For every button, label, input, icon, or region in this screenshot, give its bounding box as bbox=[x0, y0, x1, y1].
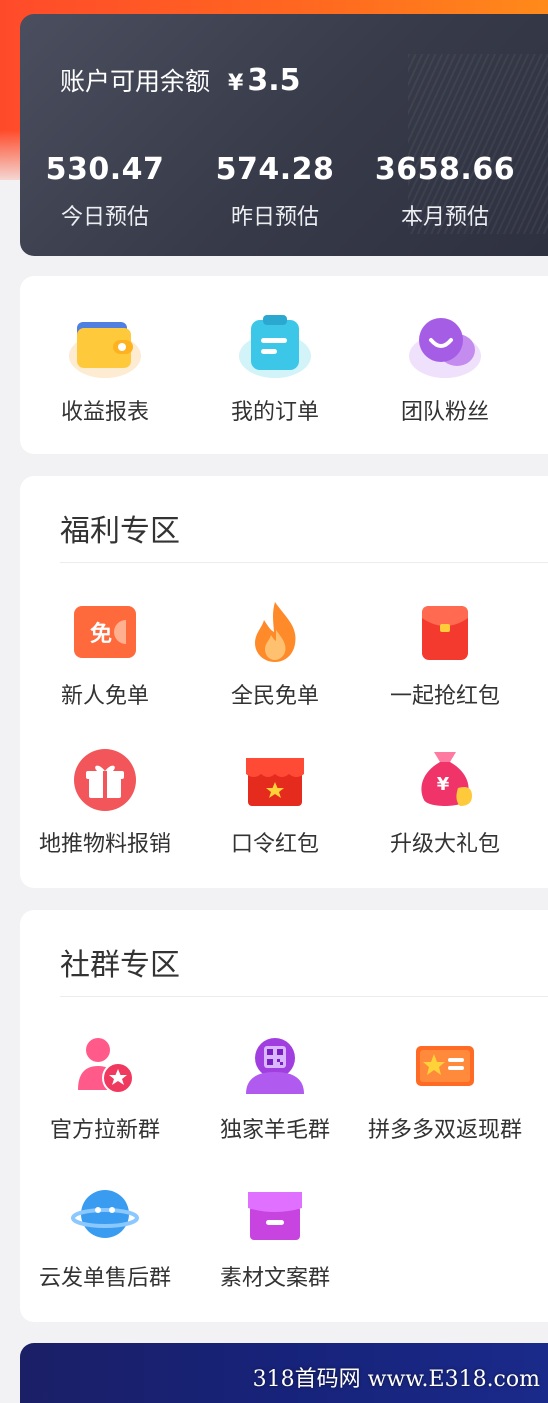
welfare-item-label: 地推物料报销 bbox=[38, 832, 171, 857]
community-item-material-copy-group[interactable]: 素材文案群 bbox=[190, 1182, 360, 1292]
community-item-official-group[interactable]: 官方拉新群 bbox=[20, 1034, 190, 1144]
quick-item-label: 团队粉丝 bbox=[400, 400, 489, 425]
section-divider bbox=[60, 562, 548, 563]
balance-header: 账户可用余额 ¥ 3.5 bbox=[60, 62, 300, 98]
welfare-item-label: 全民免单 bbox=[230, 684, 319, 709]
welfare-item-upgrade-gift[interactable]: ¥ 升级大礼包 bbox=[360, 748, 530, 858]
stat-label: 昨日预估 bbox=[230, 205, 319, 230]
community-item-label: 官方拉新群 bbox=[49, 1118, 160, 1143]
wallet-icon bbox=[65, 310, 145, 382]
stat-month[interactable]: 3658.66 本月预估 bbox=[360, 152, 530, 231]
welfare-item-new-user-free[interactable]: 免 新人免单 bbox=[20, 600, 190, 710]
community-item-exclusive-group[interactable]: 独家羊毛群 bbox=[190, 1034, 360, 1144]
welfare-item-code-red-packet[interactable]: 口令红包 bbox=[190, 748, 360, 858]
community-item-cloud-aftersale-group[interactable]: 云发单售后群 bbox=[20, 1182, 190, 1292]
quick-menu-card: 收益报表 我的订单 团队粉丝 bbox=[20, 276, 548, 454]
quick-item-team-fans[interactable]: 团队粉丝 bbox=[360, 310, 530, 426]
stat-yesterday[interactable]: 574.28 昨日预估 bbox=[190, 152, 360, 231]
welfare-item-label: 一起抢红包 bbox=[389, 684, 500, 709]
stat-label: 今日预估 bbox=[60, 205, 149, 230]
quick-item-earnings-report[interactable]: 收益报表 bbox=[20, 310, 190, 426]
balance-card[interactable]: 账户可用余额 ¥ 3.5 530.47 今日预估 574.28 昨日预估 365… bbox=[20, 14, 548, 256]
red-envelope-icon bbox=[410, 600, 480, 664]
welfare-item-label: 口令红包 bbox=[230, 832, 319, 857]
welfare-item-label: 升级大礼包 bbox=[389, 832, 500, 857]
quick-item-label: 收益报表 bbox=[60, 400, 149, 425]
welfare-item-promo-reimbursement[interactable]: 地推物料报销 bbox=[20, 748, 190, 858]
community-item-label: 云发单售后群 bbox=[38, 1266, 171, 1291]
shop-star-icon bbox=[240, 748, 310, 812]
welfare-item-red-envelope[interactable]: 一起抢红包 bbox=[360, 600, 530, 710]
stat-today[interactable]: 530.47 今日预估 bbox=[20, 152, 190, 231]
money-bag-icon: ¥ bbox=[410, 748, 480, 812]
section-title: 福利专区 bbox=[60, 514, 180, 549]
currency-symbol: ¥ bbox=[228, 71, 244, 96]
quick-item-my-orders[interactable]: 我的订单 bbox=[190, 310, 360, 426]
balance-title: 账户可用余额 bbox=[60, 67, 211, 96]
section-divider bbox=[60, 996, 548, 997]
community-item-label: 拼多多双返现群 bbox=[367, 1118, 522, 1143]
free-ticket-icon: 免 bbox=[70, 600, 140, 664]
section-title: 社群专区 bbox=[60, 948, 180, 983]
stat-value: 574.28 bbox=[215, 152, 335, 187]
community-item-label: 独家羊毛群 bbox=[219, 1118, 330, 1143]
user-star-icon bbox=[70, 1034, 140, 1098]
welfare-item-everyone-free[interactable]: 全民免单 bbox=[190, 600, 360, 710]
store-icon bbox=[240, 1182, 310, 1246]
quick-item-label: 我的订单 bbox=[230, 400, 319, 425]
flame-icon bbox=[240, 600, 310, 664]
yen-badge-text: ¥ bbox=[437, 774, 450, 795]
planet-face-icon bbox=[70, 1182, 140, 1246]
qr-user-icon bbox=[240, 1034, 310, 1098]
stat-value: 530.47 bbox=[45, 152, 165, 187]
community-item-pdd-cashback-group[interactable]: 拼多多双返现群 bbox=[360, 1034, 530, 1144]
welfare-card: 福利专区 免 新人免单 全民免单 一起抢红包 地推物料报销 口令红包 ¥ 升级大… bbox=[20, 476, 548, 888]
chat-bubbles-icon bbox=[405, 310, 485, 382]
stat-label: 本月预估 bbox=[400, 205, 489, 230]
watermark: 318首码网 www.E318.com bbox=[252, 1367, 540, 1392]
welfare-item-label: 新人免单 bbox=[60, 684, 149, 709]
clipboard-icon bbox=[235, 310, 315, 382]
free-badge-text: 免 bbox=[90, 621, 112, 647]
community-card: 社群专区 官方拉新群 独家羊毛群 拼多多双返现群 云发单售后群 素材文案群 bbox=[20, 910, 548, 1322]
coupon-star-icon bbox=[410, 1034, 480, 1098]
community-item-label: 素材文案群 bbox=[219, 1266, 330, 1291]
gift-box-icon bbox=[70, 748, 140, 812]
stat-value: 3658.66 bbox=[374, 152, 516, 187]
balance-amount: 3.5 bbox=[247, 63, 301, 98]
